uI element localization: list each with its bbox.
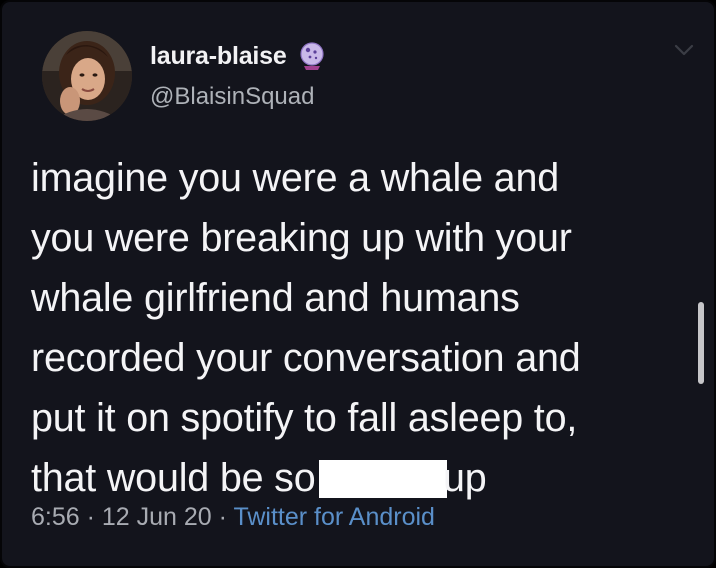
tweet-text-last-line: that would be so f up <box>31 448 691 508</box>
avatar[interactable] <box>42 31 132 121</box>
tweet-text-line: imagine you were a whale and <box>31 156 559 200</box>
tweet-source-link[interactable]: Twitter for Android <box>233 503 434 531</box>
tweet-card: laura-blaise @BlaisinSquad imagine you w… <box>0 0 716 568</box>
author-name-row[interactable]: laura-blaise <box>150 40 327 72</box>
tweet-text-line: whale girlfriend and humans <box>31 276 520 320</box>
crystal-ball-icon <box>299 42 324 70</box>
display-name[interactable]: laura-blaise <box>150 42 287 71</box>
tweet-text-before-redaction: that would be so f <box>31 456 338 500</box>
tweet-text-line: recorded your conversation and <box>31 336 581 380</box>
avatar-photo <box>42 31 132 121</box>
tweet-meta: 6:56 · 12 Jun 20 · Twitter for Android <box>31 503 435 532</box>
scrollbar[interactable] <box>698 302 704 384</box>
chevron-down-icon[interactable] <box>672 40 696 60</box>
redaction-box <box>319 460 448 498</box>
tweet-text-line: you were breaking up with your <box>31 216 572 260</box>
tweet-text-after-redaction: up <box>443 456 487 500</box>
meta-separator: · <box>211 503 234 531</box>
tweet-date[interactable]: 12 Jun 20 <box>102 503 212 531</box>
tweet-time[interactable]: 6:56 <box>31 503 80 531</box>
tweet-text: imagine you were a whale and you were br… <box>31 148 691 508</box>
author-handle[interactable]: @BlaisinSquad <box>150 83 314 111</box>
meta-separator: · <box>79 503 102 531</box>
tweet-text-line: put it on spotify to fall asleep to, <box>31 396 578 440</box>
